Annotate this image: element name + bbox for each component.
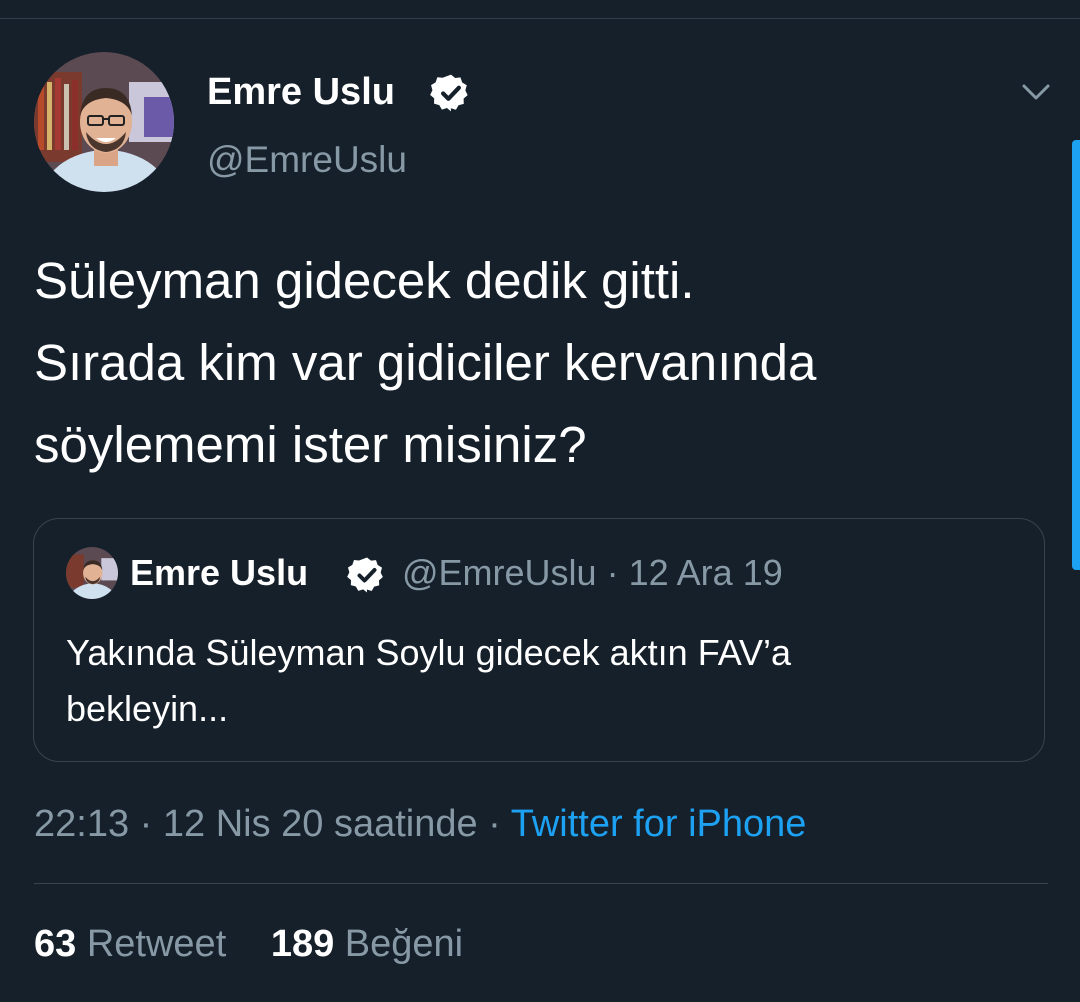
retweets-label: Retweet (86, 923, 227, 965)
author-handle[interactable]: @EmreUslu (207, 136, 407, 184)
tweet-detail-screen: Emre Uslu @EmreUslu Süleyman gidecek ded… (0, 0, 1080, 1002)
quoted-tweet-text: Yakında Süleyman Soylu gidecek aktın FAV… (66, 625, 1016, 737)
avatar-photo-icon (66, 547, 118, 599)
likes-label: Beğeni (344, 923, 464, 965)
quoted-author-avatar[interactable] (66, 547, 118, 599)
meta-separator: · (606, 552, 619, 593)
retweets-stat[interactable]: 63 Retweet (34, 920, 226, 968)
stats-row: 63 Retweet 189 Beğeni (34, 920, 463, 968)
author-name[interactable]: Emre Uslu (207, 68, 395, 116)
quoted-author-handle: @EmreUslu (402, 552, 597, 593)
avatar-photo-icon (34, 52, 174, 192)
retweets-count: 63 (34, 923, 77, 965)
verified-badge-icon (347, 557, 383, 593)
verified-badge-icon (430, 74, 468, 112)
tweet-text-line: Süleyman gidecek dedik gitti. (34, 252, 695, 309)
quoted-tweet-card[interactable]: Emre Uslu @EmreUslu · 12 Ara 19 Yakında … (33, 518, 1045, 762)
tweet-text-line: Sırada kim var gidiciler kervanında (34, 334, 817, 391)
quoted-text-line: Yakında Süleyman Soylu gidecek aktın FAV… (66, 632, 792, 673)
timestamp-row: 22:13 · 12 Nis 20 saatinde · Twitter for… (34, 800, 806, 848)
chevron-down-icon[interactable] (1014, 74, 1058, 108)
quoted-author-name: Emre Uslu (130, 552, 309, 593)
stats-divider (34, 883, 1048, 884)
likes-stat[interactable]: 189 Beğeni (271, 920, 463, 968)
tweet-text-line: söylememi ister misiniz? (34, 416, 587, 473)
likes-count: 189 (270, 923, 335, 965)
quoted-date: 12 Ara 19 (628, 552, 783, 593)
scroll-indicator[interactable] (1072, 140, 1080, 570)
source-link[interactable]: Twitter for iPhone (511, 803, 807, 845)
tweet-text: Süleyman gidecek dedik gitti. Sırada kim… (34, 240, 1044, 486)
quoted-text-line: bekleyin... (66, 688, 229, 729)
quoted-meta: @EmreUslu · 12 Ara 19 (402, 551, 783, 595)
tweet-timestamp[interactable]: 22:13 · 12 Nis 20 saatinde (34, 803, 478, 845)
author-avatar[interactable] (34, 52, 174, 192)
meta-separator: · (477, 803, 511, 845)
top-divider (0, 18, 1080, 19)
